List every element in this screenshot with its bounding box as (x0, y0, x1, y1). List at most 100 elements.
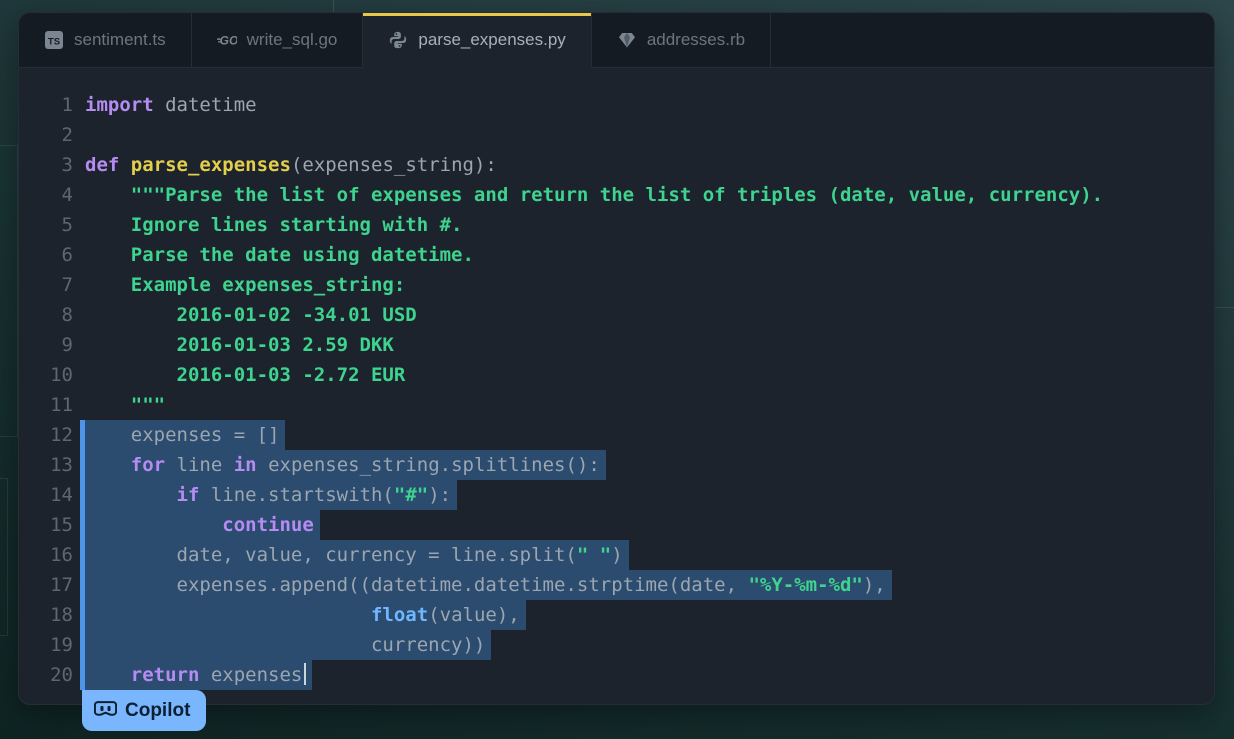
code-text: import datetime (85, 94, 257, 116)
tab-bar: TS sentiment.ts GO write_sql.go parse_expens… (19, 13, 1214, 68)
line-number: 16 (50, 544, 73, 566)
background-grid-line (1215, 307, 1234, 308)
svg-text:TS: TS (48, 37, 60, 48)
typescript-icon: TS (44, 30, 64, 50)
code-text: continue (85, 510, 320, 540)
line-number: 18 (50, 604, 73, 626)
line-number: 1 (61, 94, 73, 116)
selection-bar (73, 570, 85, 600)
tab-sentiment-ts[interactable]: TS sentiment.ts (19, 13, 192, 68)
background-grid-box (0, 478, 8, 636)
line-number: 20 (50, 664, 73, 686)
bar-slot (73, 330, 85, 360)
bar-slot (73, 390, 85, 420)
code-line-19[interactable]: 19 currency)) (19, 630, 1214, 660)
line-number: 14 (50, 484, 73, 506)
code-line-11[interactable]: 11 """ (19, 390, 1214, 420)
code-text: float(value), (85, 600, 526, 630)
bar-slot (73, 300, 85, 330)
code-text: currency)) (85, 630, 492, 660)
tab-parse_expenses-py[interactable]: parse_expenses.py (363, 13, 592, 68)
bar-slot (73, 90, 85, 120)
selection-bar (73, 420, 85, 450)
line-number: 5 (61, 214, 73, 236)
tab-bar-filler (771, 13, 1214, 68)
tab-write_sql-go[interactable]: GO write_sql.go (191, 13, 364, 68)
code-line-20[interactable]: 20 return expenses (19, 660, 1214, 690)
code-line-4[interactable]: 4 """Parse the list of expenses and retu… (19, 180, 1214, 210)
line-number: 8 (61, 304, 73, 326)
code-line-6[interactable]: 6 Parse the date using datetime. (19, 240, 1214, 270)
background-grid-line (333, 0, 334, 12)
line-number: 9 (61, 334, 73, 356)
code-text: Ignore lines starting with #. (130, 214, 463, 236)
code-line-12[interactable]: 12 expenses = [] (19, 420, 1214, 450)
code-line-5[interactable]: 5 Ignore lines starting with #. (19, 210, 1214, 240)
code-text: 2016-01-03 -2.72 EUR (176, 364, 406, 386)
code-line-7[interactable]: 7 Example expenses_string: (19, 270, 1214, 300)
line-number: 4 (61, 184, 73, 206)
code-line-14[interactable]: 14 if line.startswith("#"): (19, 480, 1214, 510)
go-icon: GO (216, 30, 237, 50)
bar-slot (73, 270, 85, 300)
line-number: 10 (50, 364, 73, 386)
tab-label: addresses.rb (646, 30, 746, 49)
line-number: 19 (50, 634, 73, 656)
selection-bar (73, 630, 85, 660)
code-area[interactable]: 1 import datetime 2 3 def parse_expenses(exp… (19, 68, 1214, 704)
code-line-9[interactable]: 9 2016-01-03 2.59 DKK (19, 330, 1214, 360)
code-line-17[interactable]: 17 expenses.append((datetime.datetime.st… (19, 570, 1214, 600)
line-number: 12 (50, 424, 73, 446)
code-text: """ (130, 394, 166, 416)
bar-slot (73, 150, 85, 180)
text-cursor (304, 663, 307, 685)
bar-slot (73, 120, 85, 150)
code-text: Example expenses_string: (130, 274, 406, 296)
line-number: 3 (61, 154, 73, 176)
selection-bar (73, 600, 85, 630)
selection-bar (73, 480, 85, 510)
selection-bar (73, 450, 85, 480)
code-text: expenses = [] (85, 420, 286, 450)
code-text: def parse_expenses(expenses_string): (85, 154, 497, 176)
code-line-1[interactable]: 1 import datetime (19, 90, 1214, 120)
code-line-15[interactable]: 15 continue (19, 510, 1214, 540)
line-number: 2 (61, 124, 73, 146)
code-text: Parse the date using datetime. (130, 244, 474, 266)
tab-label: parse_expenses.py (418, 30, 566, 49)
selection-bar (73, 660, 85, 690)
code-text: return expenses (85, 660, 313, 690)
code-line-3[interactable]: 3 def parse_expenses(expenses_string): (19, 150, 1214, 180)
bar-slot (73, 180, 85, 210)
code-text: expenses.append((datetime.datetime.strpt… (85, 570, 892, 600)
line-number: 6 (61, 244, 73, 266)
copilot-logo-icon (94, 700, 117, 721)
code-line-8[interactable]: 8 2016-01-02 -34.01 USD (19, 300, 1214, 330)
background-grid-box (0, 145, 18, 437)
code-line-13[interactable]: 13 for line in expenses_string.splitline… (19, 450, 1214, 480)
code-text: if line.startswith("#"): (85, 480, 458, 510)
page-background: { "theme": { "editor-bg": "#1c232c", "ta… (0, 0, 1234, 739)
code-line-2[interactable]: 2 (19, 120, 1214, 150)
bar-slot (73, 210, 85, 240)
line-number: 17 (50, 574, 73, 596)
selection-bar (73, 510, 85, 540)
bar-slot (73, 240, 85, 270)
ruby-icon (617, 30, 637, 50)
svg-text:GO: GO (219, 34, 236, 48)
tab-label: sentiment.ts (74, 30, 166, 49)
code-editor-window: TS sentiment.ts GO write_sql.go parse_expens… (18, 12, 1215, 705)
copilot-badge-label: Copilot (125, 699, 191, 721)
code-line-18[interactable]: 18 float(value), (19, 600, 1214, 630)
bar-slot (73, 360, 85, 390)
code-text: date, value, currency = line.split(" ") (85, 540, 629, 570)
selection-bar (73, 540, 85, 570)
python-icon (388, 30, 408, 50)
copilot-badge: Copilot (82, 690, 207, 731)
tab-addresses-rb[interactable]: addresses.rb (591, 13, 772, 68)
code-line-10[interactable]: 10 2016-01-03 -2.72 EUR (19, 360, 1214, 390)
code-text: """Parse the list of expenses and return… (130, 184, 1104, 206)
line-number: 15 (50, 514, 73, 536)
code-text: 2016-01-03 2.59 DKK (176, 334, 394, 356)
code-line-16[interactable]: 16 date, value, currency = line.split(" … (19, 540, 1214, 570)
